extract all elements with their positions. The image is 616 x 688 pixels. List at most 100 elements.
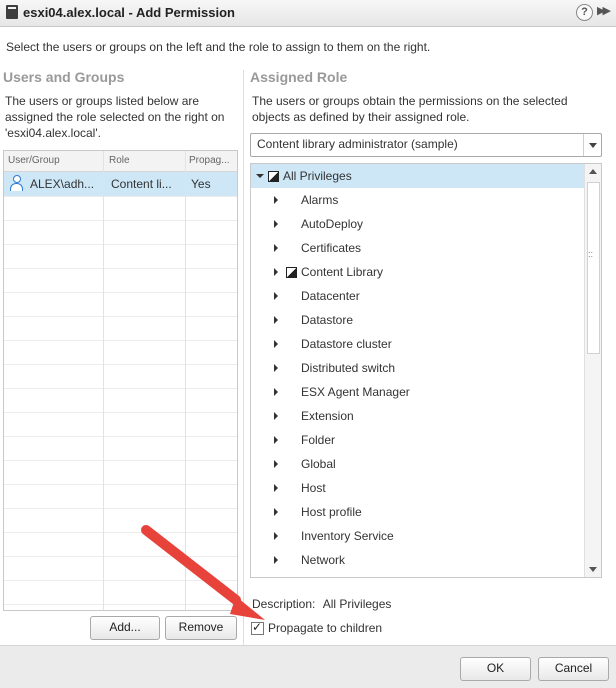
tree-item-label: Certificates [301,241,362,255]
expand-icon[interactable]: ▶▶ [597,4,611,17]
cell-role: Content li... [111,177,172,191]
table-row[interactable] [4,556,237,581]
desc-line: The users or groups listed below are [5,94,200,108]
user-icon [10,175,23,191]
tree-item-label: Content Library [301,265,384,279]
chevron-right-icon[interactable] [274,292,278,300]
chevron-right-icon[interactable] [274,220,278,228]
scroll-down-icon[interactable] [585,561,601,577]
chevron-right-icon[interactable] [274,556,278,564]
tree-item-datastore[interactable]: Datastore [251,308,584,332]
tree-item-alarms[interactable]: Alarms [251,188,584,212]
table-row[interactable] [4,220,237,245]
chevron-right-icon[interactable] [274,316,278,324]
table-row[interactable] [4,244,237,269]
column-header-user-group[interactable]: User/Group [8,155,60,166]
role-select[interactable]: Content library administrator (sample) [250,133,602,157]
table-row[interactable] [4,412,237,437]
assigned-role-description: The users or groups obtain the permissio… [252,93,568,125]
ok-button[interactable]: OK [460,657,531,681]
column-header-role[interactable]: Role [109,155,130,166]
tree-item-folder[interactable]: Folder [251,428,584,452]
chevron-right-icon[interactable] [274,412,278,420]
tree-item-label: Distributed switch [301,361,396,375]
users-groups-table: User/Group Role Propag... ALEX\adh... Con… [3,150,238,611]
column-divider [185,151,186,610]
tree-item-global[interactable]: Global [251,452,584,476]
chevron-right-icon[interactable] [274,484,278,492]
chevron-right-icon[interactable] [274,268,278,276]
column-header-propagate[interactable]: Propag... [189,155,230,166]
scroll-up-icon[interactable] [585,164,601,180]
tree-item-content-library[interactable]: Content Library [251,260,584,284]
propagate-label[interactable]: Propagate to children [268,621,382,635]
table-row[interactable] [4,532,237,557]
remove-button[interactable]: Remove [165,616,237,640]
chevron-right-icon[interactable] [274,340,278,348]
scrollbar-thumb[interactable] [587,182,600,354]
instruction-text: Select the users or groups on the left a… [6,40,431,54]
dialog-footer: OK Cancel [0,645,616,688]
column-divider [103,151,104,610]
propagate-checkbox[interactable] [251,620,264,635]
tree-item-host-profile[interactable]: Host profile [251,500,584,524]
chevron-right-icon[interactable] [274,244,278,252]
role-select-value: Content library administrator (sample) [257,137,458,151]
chevron-down-icon[interactable] [583,134,601,156]
cell-user: ALEX\adh... [30,177,95,191]
description-value: All Privileges [322,597,392,611]
table-row[interactable] [4,364,237,389]
chevron-right-icon[interactable] [274,364,278,372]
chevron-right-icon[interactable] [274,436,278,444]
table-row[interactable] [4,292,237,317]
tree-item-network[interactable]: Network [251,548,584,572]
table-row[interactable] [4,388,237,413]
tree-item-label: AutoDeploy [301,217,364,231]
table-header: User/Group Role Propag... [4,151,237,172]
chevron-right-icon[interactable] [274,532,278,540]
table-row[interactable] [4,484,237,509]
assigned-role-heading: Assigned Role [250,69,348,85]
table-row[interactable] [4,340,237,365]
tree-item-certificates[interactable]: Certificates [251,236,584,260]
table-row[interactable] [4,268,237,293]
cancel-button[interactable]: Cancel [538,657,609,681]
tree-item-distributed-switch[interactable]: Distributed switch [251,356,584,380]
tree-item-esx-agent-manager[interactable]: ESX Agent Manager [251,380,584,404]
cell-propagate: Yes [191,177,211,191]
chevron-right-icon[interactable] [274,460,278,468]
tree-item-all-privileges[interactable]: All Privileges [251,164,584,188]
tree-item-datacenter[interactable]: Datacenter [251,284,584,308]
partial-check-icon[interactable] [268,171,279,182]
users-groups-heading: Users and Groups [3,69,125,85]
tree-item-label: Datacenter [301,289,360,303]
tree-scrollbar[interactable]: :: [584,164,601,577]
chevron-right-icon[interactable] [274,196,278,204]
table-row[interactable] [4,460,237,485]
tree-item-label: Host profile [301,505,362,519]
tree-item-label: Global [301,457,336,471]
tree-item-host[interactable]: Host [251,476,584,500]
tree-item-extension[interactable]: Extension [251,404,584,428]
tree-item-label: Inventory Service [301,529,394,543]
desc-line: 'esxi04.alex.local'. [5,126,101,140]
tree-item-label: Datastore cluster [301,337,392,351]
table-row[interactable] [4,196,237,221]
desc-line: objects as defined by their assigned rol… [252,110,470,124]
partial-check-icon[interactable] [286,267,297,278]
chevron-right-icon[interactable] [274,388,278,396]
table-row[interactable] [4,580,237,605]
dialog-icon [6,5,18,19]
tree-item-autodeploy[interactable]: AutoDeploy [251,212,584,236]
help-icon[interactable]: ? [576,4,593,21]
table-row[interactable]: ALEX\adh... Content li... Yes [4,172,237,197]
table-row[interactable] [4,436,237,461]
chevron-right-icon[interactable] [274,508,278,516]
table-row[interactable] [4,508,237,533]
tree-item-inventory-service[interactable]: Inventory Service [251,524,584,548]
add-button[interactable]: Add... [90,616,160,640]
window-title: esxi04.alex.local - Add Permission [23,5,235,20]
tree-item-datastore-cluster[interactable]: Datastore cluster [251,332,584,356]
table-row[interactable] [4,316,237,341]
chevron-down-icon[interactable] [256,174,264,178]
